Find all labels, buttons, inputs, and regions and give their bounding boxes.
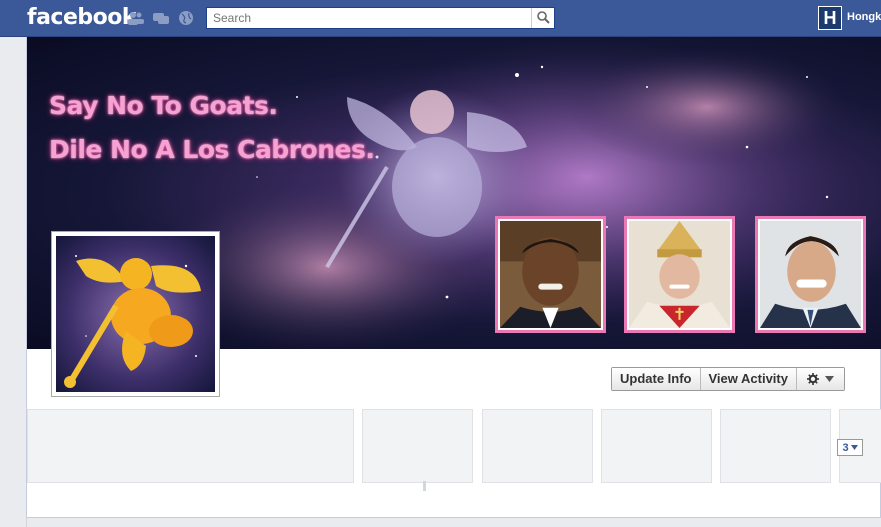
search-icon [537,11,550,24]
friend-requests-icon[interactable] [127,10,145,26]
cover-portrait-3 [755,216,866,333]
search-input[interactable] [207,8,532,28]
search-box [206,7,555,29]
app-box-map[interactable] [482,409,593,483]
angel-avatar-image [56,236,215,392]
messages-icon[interactable] [152,10,170,26]
app-box-likes[interactable] [601,409,712,483]
chevron-down-icon [850,445,858,450]
gear-icon [806,373,819,385]
profile-actions: Update Info View Activity [611,367,845,391]
cover-portrait-2 [624,216,735,333]
user-name-link[interactable]: Hongk [847,11,881,23]
more-apps-count: 3 [842,441,849,454]
timeline-card: Say No To Goats. Dile No A Los Cabrones. [26,37,881,518]
facebook-logo[interactable]: facebook [27,5,137,30]
chevron-down-icon [824,376,834,382]
settings-dropdown-button[interactable] [796,368,844,390]
cover-slogan-spanish: Dile No A Los Cabrones. [49,135,375,164]
app-box-friends[interactable] [27,409,354,483]
more-apps-button[interactable]: 3 [837,439,863,456]
top-navigation-bar: facebook H Hongk [0,0,881,37]
left-gutter [0,37,27,527]
app-box-photos[interactable] [362,409,473,483]
app-boxes [27,409,881,483]
app-box-notes[interactable] [720,409,831,483]
timeline-divider [423,481,426,491]
update-info-button[interactable]: Update Info [612,368,701,390]
profile-picture[interactable] [51,231,220,397]
user-avatar[interactable]: H [818,6,842,30]
cover-slogan-english: Say No To Goats. [49,91,278,120]
notifications-globe-icon[interactable] [177,10,195,26]
cover-portrait-1 [495,216,606,333]
search-button[interactable] [531,8,554,28]
view-activity-button[interactable]: View Activity [700,368,797,390]
